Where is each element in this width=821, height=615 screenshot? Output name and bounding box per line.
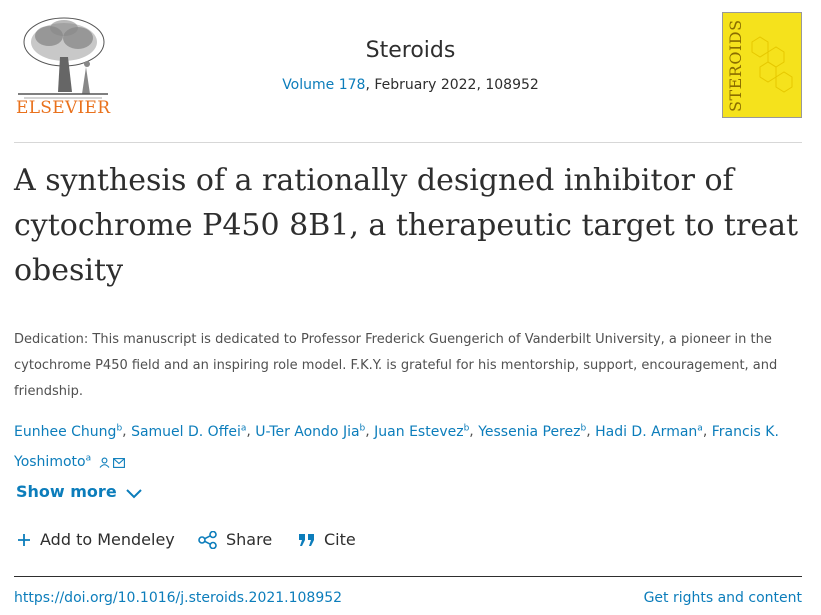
separator: , — [246, 423, 256, 440]
author-name: Yessenia Perez — [478, 423, 581, 440]
separator: , — [122, 423, 132, 440]
author-name: Juan Estevez — [374, 423, 464, 440]
show-more-label: Show more — [16, 482, 117, 501]
journal-cover[interactable]: STEROIDS — [722, 12, 802, 118]
elsevier-logo[interactable]: ELSEVIER — [14, 12, 112, 120]
envelope-icon[interactable] — [112, 451, 125, 478]
journal-title[interactable]: Steroids — [0, 38, 821, 63]
doi-link[interactable]: https://doi.org/10.1016/j.steroids.2021.… — [14, 590, 342, 606]
author-link-1[interactable]: Eunhee Chungb — [14, 423, 122, 440]
title-line-1: A synthesis of a rationally designed inh… — [14, 163, 734, 198]
author-link-3[interactable]: U-Ter Aondo Jiab — [255, 423, 365, 440]
footer-divider — [14, 576, 802, 577]
cite-label: Cite — [324, 530, 356, 549]
volume-link[interactable]: Volume 178 — [282, 77, 365, 93]
share-label: Share — [226, 530, 273, 549]
title-line-3: obesity — [14, 253, 124, 288]
chevron-down-icon — [125, 485, 143, 504]
rights-link[interactable]: Get rights and content — [644, 590, 802, 606]
separator: , — [469, 423, 479, 440]
quote-icon — [299, 533, 314, 546]
author-name: Samuel D. Offei — [131, 423, 241, 440]
journal-issue-info: Volume 178, February 2022, 108952 — [0, 77, 821, 93]
separator: , — [702, 423, 712, 440]
author-link-2[interactable]: Samuel D. Offeia — [131, 423, 246, 440]
plus-icon — [18, 533, 30, 546]
share-icon — [198, 530, 217, 549]
header-divider — [14, 142, 802, 143]
elsevier-wordmark: ELSEVIER — [16, 98, 111, 118]
cover-title: STEROIDS — [726, 19, 745, 112]
separator: , — [365, 423, 375, 440]
title-line-2: cytochrome P450 8B1, a therapeutic targe… — [14, 208, 799, 243]
share-button[interactable]: Share — [198, 530, 272, 549]
author-name: U-Ter Aondo Jia — [255, 423, 360, 440]
author-link-5[interactable]: Yessenia Perezb — [478, 423, 586, 440]
add-to-mendeley-label: Add to Mendeley — [40, 530, 175, 549]
add-to-mendeley-button[interactable]: Add to Mendeley — [16, 530, 175, 549]
dedication-text: Dedication: This manuscript is dedicated… — [14, 332, 778, 399]
person-icon[interactable] — [99, 451, 110, 478]
author-link-4[interactable]: Juan Estevezb — [374, 423, 469, 440]
cite-button[interactable]: Cite — [298, 530, 356, 549]
author-name: Hadi D. Arman — [595, 423, 698, 440]
show-more-button[interactable]: Show more — [16, 482, 143, 504]
article-title: A synthesis of a rationally designed inh… — [14, 158, 804, 293]
author-link-6[interactable]: Hadi D. Armana — [595, 423, 703, 440]
issue-details: , February 2022, 108952 — [365, 77, 539, 93]
affiliation-sup: a — [85, 453, 92, 464]
author-name: Eunhee Chung — [14, 423, 117, 440]
separator: , — [586, 423, 596, 440]
author-list: Eunhee Chungb, Samuel D. Offeia, U-Ter A… — [14, 415, 804, 478]
